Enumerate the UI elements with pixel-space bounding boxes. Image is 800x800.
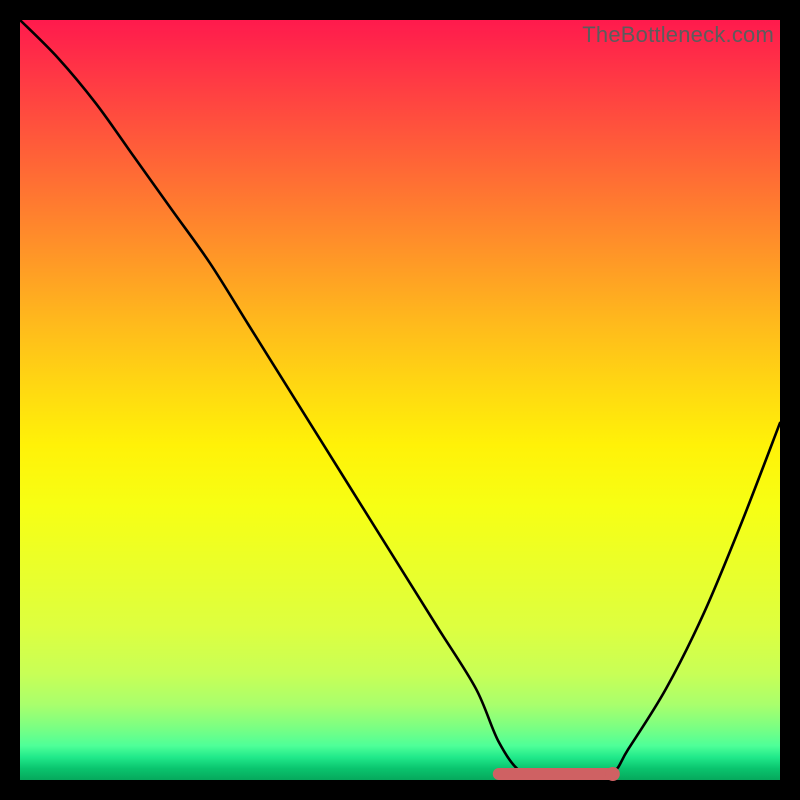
bottleneck-curve-path — [20, 20, 780, 781]
chart-frame: TheBottleneck.com — [20, 20, 780, 780]
plateau-end-marker — [606, 767, 620, 781]
bottleneck-curve-svg — [20, 20, 780, 780]
